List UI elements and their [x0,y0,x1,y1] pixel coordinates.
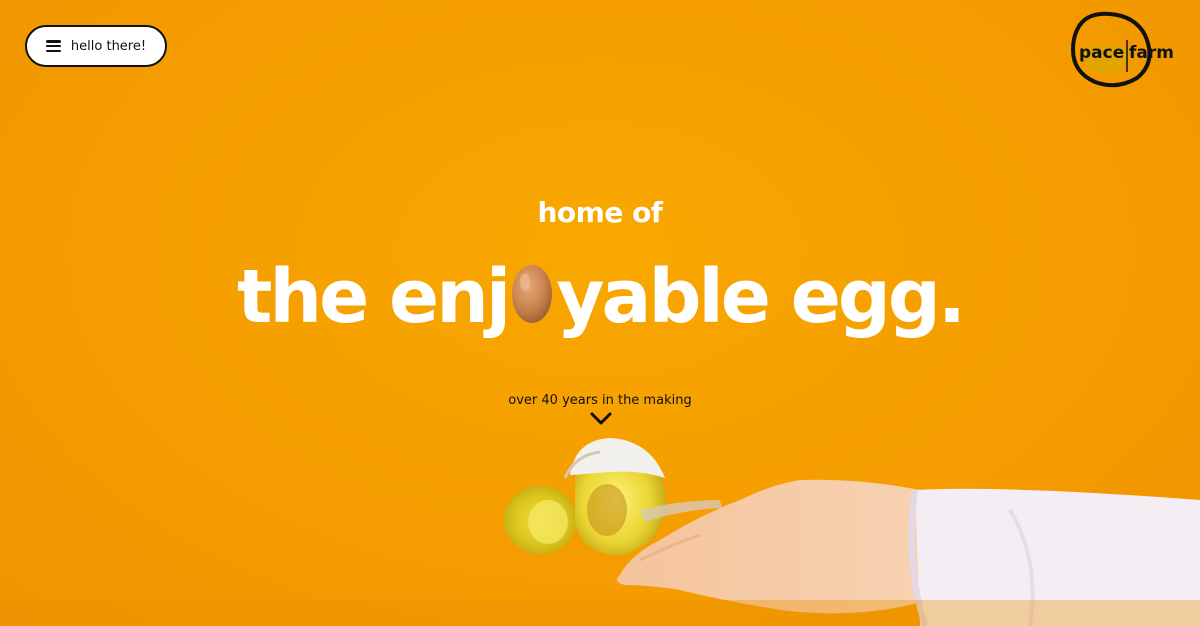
chevron-down-icon[interactable] [590,412,612,426]
hero-section: hello there! pace farm home of the enj y… [0,0,1200,626]
hero-subtitle: home of [537,196,663,229]
logo-word-pace: pace [1079,43,1124,63]
egg-cup [575,447,666,555]
hamburger-icon [45,40,61,52]
hero-tagline: over 40 years in the making [508,393,692,408]
egg-shell [570,438,665,478]
pace-farm-logo[interactable]: pace farm [1065,10,1183,88]
logo-word-farm: farm [1129,43,1174,63]
menu-button[interactable]: hello there! [25,25,167,67]
headline-part-2: yable egg. [556,254,966,340]
spoon [640,500,722,522]
sleeve [915,488,1200,626]
child-hand [616,479,930,614]
menu-label: hello there! [70,38,147,54]
egg-icon [510,256,554,323]
egg-cup-base [504,486,576,554]
hero-headline: the enj yable egg. [0,252,1200,342]
headline-part-1: the enj [237,254,511,340]
